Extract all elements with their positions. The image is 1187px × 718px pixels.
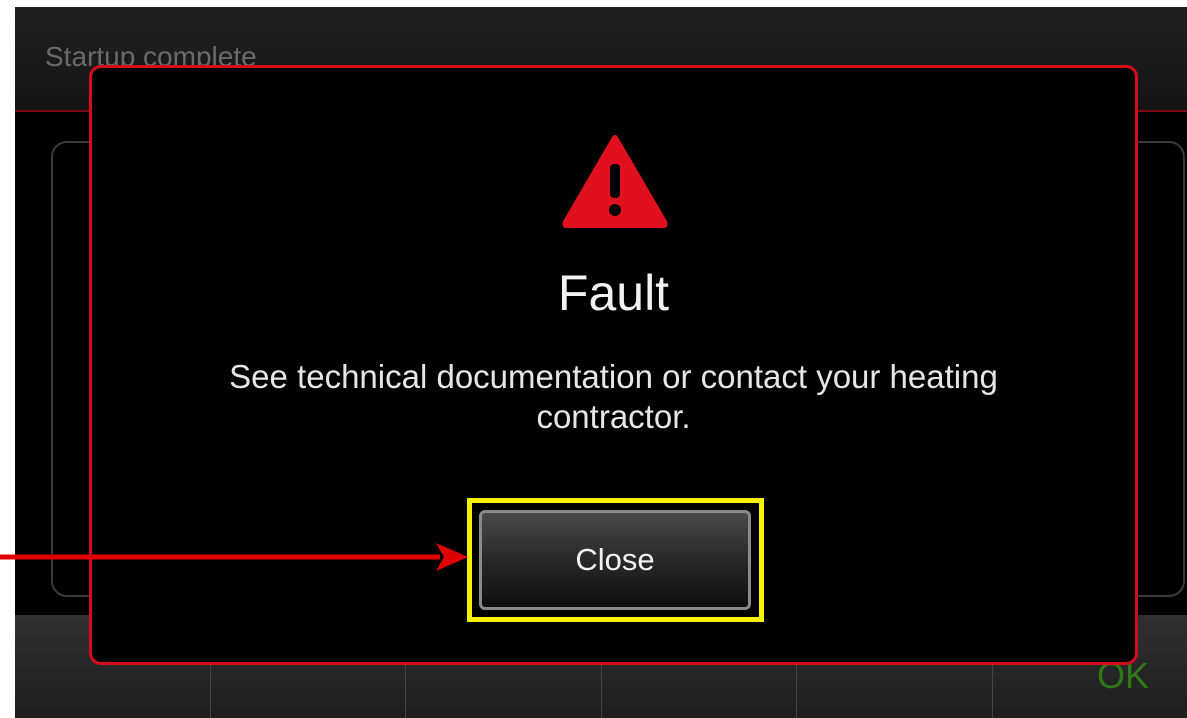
- pointer-arrow-icon: [0, 543, 468, 571]
- dialog-title: Fault: [557, 265, 670, 321]
- device-screen: Startup complete OK Fault See technical …: [15, 7, 1187, 718]
- warning-triangle-icon: [562, 135, 668, 228]
- dialog-message: See technical documentation or contact y…: [229, 358, 998, 435]
- close-button[interactable]: Close: [479, 510, 751, 610]
